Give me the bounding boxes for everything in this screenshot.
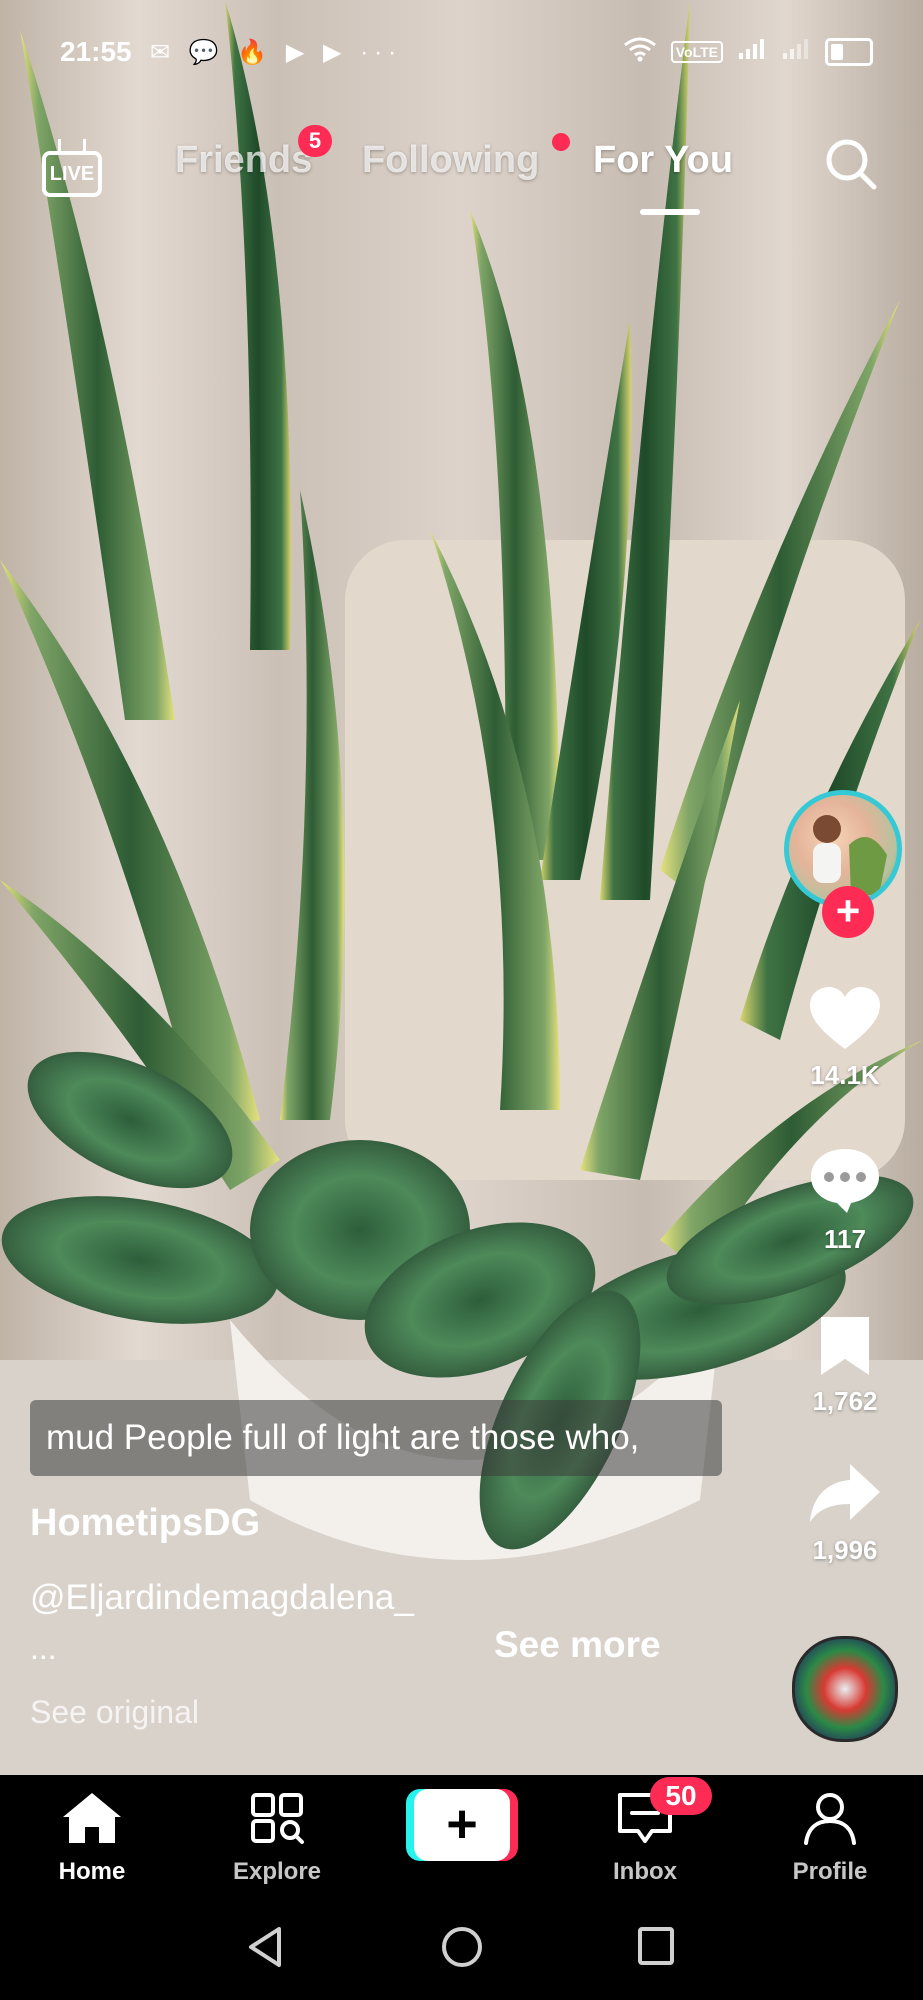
- live-tv-icon: LIVE: [42, 151, 102, 197]
- live-button[interactable]: LIVE: [38, 139, 104, 197]
- notification-icons: ✉ 💬 🔥 ▶ ▶ ···: [150, 39, 403, 66]
- bottom-tab-bar: Home Explore + Inbox 50 Profile: [0, 1775, 923, 1895]
- save-count: 1,762: [812, 1386, 878, 1416]
- live-antenna-icon: [58, 139, 86, 151]
- battery-icon: [825, 38, 873, 66]
- system-navigation-bar: [0, 1895, 923, 2000]
- tab-for-you[interactable]: For You: [593, 139, 733, 182]
- active-tab-indicator: [640, 209, 700, 215]
- like-button[interactable]: 14.1K: [780, 985, 910, 1091]
- video-description[interactable]: @Eljardindemagdalena_: [30, 1578, 414, 1618]
- recents-icon[interactable]: [636, 1925, 676, 1969]
- tab-profile-label: Profile: [792, 1858, 868, 1885]
- video-subtitle: mud People full of light are those who,: [30, 1400, 722, 1476]
- tab-following[interactable]: Following: [362, 139, 539, 182]
- following-dot: [552, 133, 570, 151]
- heart-icon: [810, 987, 880, 1049]
- explore-grid-icon: [251, 1793, 304, 1844]
- signal-icon-2: [781, 37, 811, 67]
- music-disc-icon[interactable]: [792, 1636, 898, 1742]
- tab-explore-label: Explore: [232, 1858, 322, 1885]
- signal-icon: [737, 37, 767, 67]
- volte-badge: VoLTE: [670, 41, 723, 63]
- author-name[interactable]: HometipsDG: [30, 1502, 260, 1545]
- plus-icon: +: [414, 1789, 510, 1861]
- home-icon: [63, 1793, 121, 1843]
- create-button[interactable]: +: [406, 1789, 518, 1861]
- tab-profile[interactable]: Profile: [760, 1791, 900, 1886]
- search-icon: [826, 139, 877, 190]
- tab-home-label: Home: [58, 1858, 126, 1885]
- see-original-link[interactable]: See original: [30, 1694, 199, 1731]
- friends-badge: 5: [298, 125, 332, 157]
- home-circle-icon[interactable]: [440, 1925, 484, 1969]
- comment-icon: [811, 1149, 879, 1213]
- see-more-link[interactable]: See more: [494, 1624, 661, 1666]
- comment-count: 117: [824, 1224, 866, 1254]
- description-ellipsis: ...: [30, 1630, 57, 1666]
- inbox-badge: 50: [650, 1777, 712, 1815]
- status-bar: 21:55 ✉ 💬 🔥 ▶ ▶ ··· VoLTE: [0, 28, 923, 78]
- save-button[interactable]: 1,762: [780, 1315, 910, 1417]
- share-arrow-icon: [810, 1464, 880, 1522]
- comment-button[interactable]: 117: [780, 1145, 910, 1255]
- tab-home[interactable]: Home: [22, 1791, 162, 1886]
- creator-avatar[interactable]: +: [784, 790, 902, 938]
- bookmark-icon: [821, 1317, 869, 1375]
- wifi-icon: [623, 36, 657, 68]
- share-count: 1,996: [812, 1535, 878, 1565]
- system-indicators: VoLTE: [623, 36, 873, 68]
- search-button[interactable]: [822, 135, 880, 193]
- back-icon[interactable]: [245, 1925, 285, 1969]
- tab-inbox-label: Inbox: [613, 1858, 677, 1885]
- share-button[interactable]: 1,996: [780, 1460, 910, 1566]
- tab-friends[interactable]: Friends: [175, 139, 312, 182]
- follow-button[interactable]: +: [822, 886, 874, 938]
- tab-explore[interactable]: Explore: [207, 1791, 347, 1886]
- top-nav: LIVE Friends 5 Following For You: [0, 125, 923, 215]
- like-count: 14.1K: [810, 1060, 880, 1090]
- profile-icon: [804, 1793, 856, 1845]
- status-time: 21:55: [60, 36, 132, 67]
